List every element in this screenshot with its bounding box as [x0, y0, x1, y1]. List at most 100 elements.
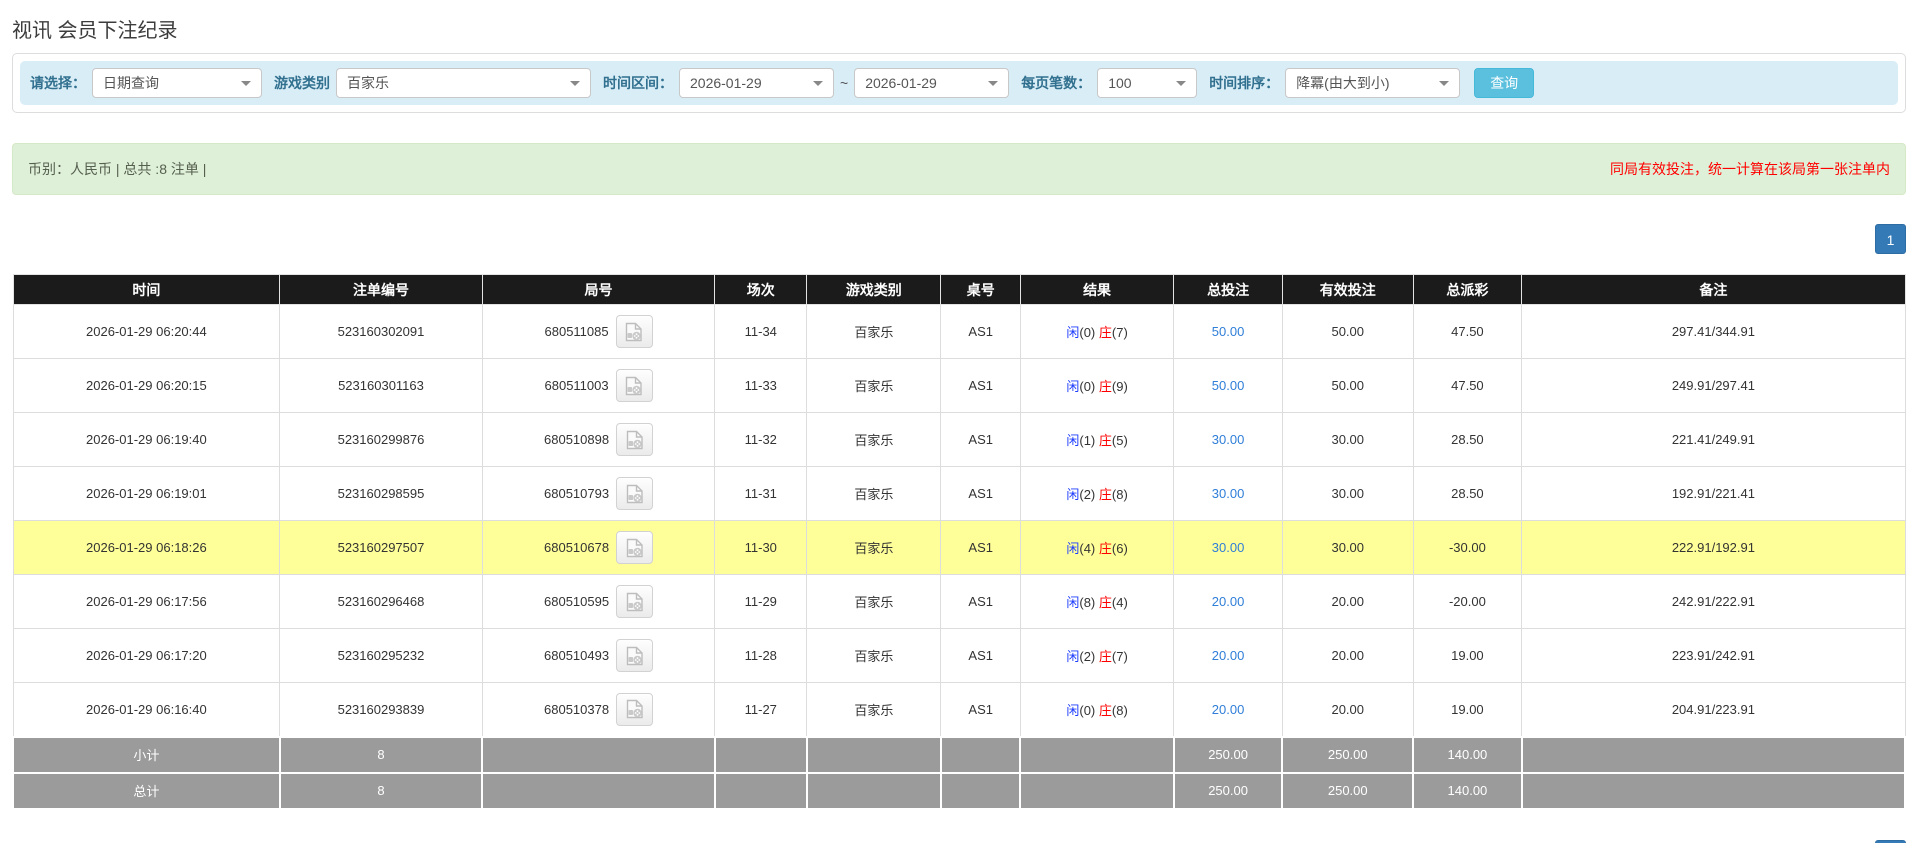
cell-bet-no: 523160295232: [279, 628, 483, 683]
date-from-value: 2026-01-29: [690, 75, 762, 91]
cell-session: 11-29: [714, 574, 808, 629]
game-type-dropdown[interactable]: 百家乐: [336, 68, 591, 98]
time-sort-dropdown[interactable]: 降冪(由大到小): [1285, 68, 1461, 98]
result-player-score: (0): [1079, 325, 1096, 340]
date-from-dropdown[interactable]: 2026-01-29: [679, 68, 834, 98]
header-note: 备注: [1521, 274, 1906, 305]
result-player-score: (0): [1079, 379, 1096, 394]
cell-payout: 19.00: [1412, 682, 1523, 737]
result-banker-label: 庄: [1098, 325, 1112, 340]
cell-total-bet: 30.00: [1173, 466, 1283, 521]
cell-round-no: 680510595: [481, 574, 716, 629]
cell-result: 闲(0) 庄(7): [1019, 304, 1175, 359]
cell-result: 闲(1) 庄(5): [1019, 412, 1175, 467]
header-total-bet: 总投注: [1173, 274, 1283, 305]
empty-cell: [713, 771, 808, 810]
subtotal-payout: 140.00: [1412, 735, 1523, 774]
cell-session: 11-32: [714, 412, 808, 467]
result-banker-label: 庄: [1098, 433, 1112, 448]
cell-result: 闲(8) 庄(4): [1019, 574, 1175, 629]
bet-records-table: 时间 注单编号 局号 场次 游戏类别 桌号 结果 总投注 有效投注 总派彩 备注…: [12, 274, 1907, 810]
round-replay-button[interactable]: [616, 639, 654, 672]
total-bet-link[interactable]: 50.00: [1212, 324, 1245, 339]
cell-total-bet: 50.00: [1173, 358, 1283, 413]
cell-session: 11-30: [714, 520, 808, 575]
cell-game-type: 百家乐: [806, 466, 942, 521]
round-replay-button[interactable]: [616, 477, 654, 510]
subtotal-label: 小计: [12, 735, 281, 774]
cell-table-no: AS1: [940, 466, 1021, 521]
cell-session: 11-28: [714, 628, 808, 683]
table-row: 2026-01-29 06:18:26 523160297507 6805106…: [12, 520, 1906, 575]
cell-note: 221.41/249.91: [1521, 412, 1906, 467]
cell-total-bet: 50.00: [1173, 304, 1283, 359]
query-type-dropdown[interactable]: 日期查询: [92, 68, 262, 98]
result-banker-label: 庄: [1098, 487, 1112, 502]
result-banker-score: (4): [1111, 595, 1128, 610]
result-banker-score: (5): [1111, 433, 1128, 448]
chevron-down-icon: [570, 80, 580, 86]
cell-table-no: AS1: [940, 412, 1021, 467]
cell-session: 11-27: [714, 682, 808, 737]
round-replay-button[interactable]: [616, 585, 654, 618]
page-size-dropdown[interactable]: 100: [1097, 68, 1198, 98]
header-bet-no: 注单编号: [279, 274, 483, 305]
video-record-icon: [626, 700, 643, 719]
empty-cell: [939, 771, 1022, 810]
query-type-value: 日期查询: [103, 75, 159, 91]
cell-note: 192.91/221.41: [1521, 466, 1906, 521]
total-bet-link[interactable]: 30.00: [1212, 432, 1245, 447]
time-sort-label: 时间排序：: [1209, 75, 1280, 91]
total-label: 总计: [12, 771, 281, 810]
cell-bet-no: 523160298595: [279, 466, 483, 521]
result-banker-score: (9): [1111, 379, 1128, 394]
header-result: 结果: [1019, 274, 1175, 305]
result-banker-score: (7): [1111, 649, 1128, 664]
cell-table-no: AS1: [940, 574, 1021, 629]
result-banker-score: (8): [1111, 487, 1128, 502]
cell-payout: -20.00: [1412, 574, 1523, 629]
round-no-text: 680511085: [544, 324, 609, 339]
round-replay-button[interactable]: [616, 692, 654, 726]
empty-cell: [1520, 771, 1907, 810]
round-replay-button[interactable]: [615, 369, 653, 402]
total-bet-link[interactable]: 20.00: [1212, 594, 1245, 609]
round-no-text: 680510378: [544, 701, 610, 717]
cell-round-no: 680511003: [481, 358, 716, 413]
total-valid-bet: 250.00: [1281, 771, 1415, 810]
cell-round-no: 680510793: [481, 466, 716, 521]
summary-bar: 币别：人民币 | 总共 :8 注单 | 同局有效投注，统一计算在该局第一张注单内: [12, 143, 1906, 195]
cell-game-type: 百家乐: [806, 628, 942, 683]
total-bet-link[interactable]: 20.00: [1212, 648, 1245, 663]
total-bet-link[interactable]: 30.00: [1212, 486, 1245, 501]
page-size-value: 100: [1108, 75, 1132, 91]
result-player-score: (1): [1079, 433, 1096, 448]
pagination-top: 1: [12, 224, 1906, 254]
round-replay-button[interactable]: [616, 531, 654, 564]
game-type-label: 游戏类别: [274, 75, 330, 91]
header-game-type: 游戏类别: [806, 274, 942, 305]
total-bet-link[interactable]: 50.00: [1212, 378, 1245, 393]
cell-note: 242.91/222.91: [1521, 574, 1906, 629]
round-replay-button[interactable]: [615, 315, 653, 348]
result-banker-score: (7): [1111, 325, 1128, 340]
empty-cell: [713, 735, 808, 774]
search-button[interactable]: 查询: [1474, 68, 1535, 98]
query-type-label: 请选择：: [30, 75, 86, 91]
page-1-button[interactable]: 1: [1875, 839, 1906, 843]
page-1-button[interactable]: 1: [1875, 224, 1906, 254]
round-replay-button[interactable]: [616, 423, 654, 456]
cell-game-type: 百家乐: [806, 358, 942, 413]
video-record-icon: [626, 538, 643, 557]
cell-round-no: 680510493: [481, 628, 716, 683]
result-banker-label: 庄: [1098, 379, 1112, 394]
empty-cell: [481, 735, 716, 774]
total-bet-link[interactable]: 30.00: [1212, 540, 1245, 555]
empty-cell: [1019, 735, 1175, 774]
date-to-dropdown[interactable]: 2026-01-29: [854, 68, 1010, 98]
cell-bet-no: 523160293839: [279, 682, 483, 737]
table-body: 2026-01-29 06:20:44 523160302091 6805110…: [12, 304, 1906, 737]
total-bet-link[interactable]: 20.00: [1212, 702, 1245, 717]
cell-round-no: 680510898: [481, 412, 716, 467]
empty-cell: [939, 735, 1022, 774]
